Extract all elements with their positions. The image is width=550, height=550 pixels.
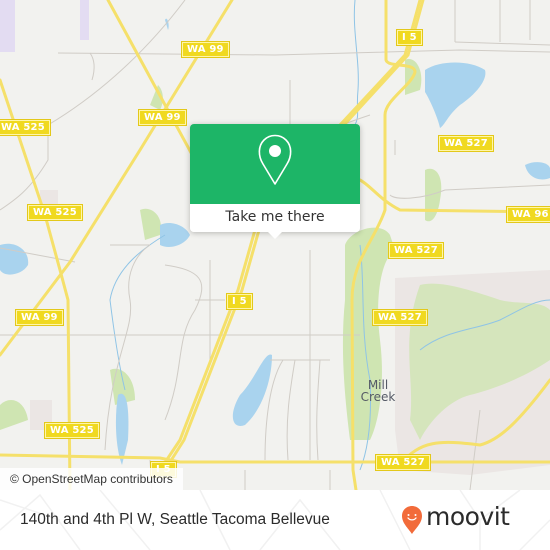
popup-pointer — [267, 231, 283, 239]
road-shield-wa99: WA 99 — [181, 41, 230, 58]
moovit-pin-icon — [402, 506, 422, 534]
location-popup[interactable]: Take me there — [190, 124, 360, 239]
address-text: 140th and 4th Pl W, Seattle Tacoma Belle… — [20, 511, 330, 528]
popup-header — [190, 124, 360, 204]
road-shield-wa525: WA 525 — [44, 422, 100, 439]
airport-area — [0, 0, 89, 52]
road-shield-wa99: WA 99 — [138, 109, 187, 126]
road-shield-wa527: WA 527 — [438, 135, 494, 152]
road-shield-wa99: WA 99 — [15, 309, 64, 326]
map-pin-icon — [258, 134, 292, 185]
road-shield-wa527: WA 527 — [388, 242, 444, 259]
map[interactable]: WA 99 WA 99 WA 525 WA 525 WA 99 WA 525 I… — [0, 0, 550, 490]
place-label-line: Creek — [360, 390, 396, 404]
road-shield-wa525: WA 525 — [0, 119, 51, 136]
road-shield-wa96: WA 96 — [506, 206, 550, 223]
park-area — [0, 59, 550, 440]
road-shield-wa525: WA 525 — [27, 204, 83, 221]
road-shield-wa527: WA 527 — [375, 454, 431, 471]
brand-name: moovit — [426, 502, 510, 531]
footer: 140th and 4th Pl W, Seattle Tacoma Belle… — [0, 490, 550, 550]
road-shield-i5: I 5 — [396, 29, 423, 46]
road-shield-wa527: WA 527 — [372, 309, 428, 326]
map-attribution[interactable]: © OpenStreetMap contributors — [0, 468, 183, 490]
map-base — [0, 0, 550, 490]
place-label-mill-creek: Mill Creek — [358, 379, 398, 403]
road-shield-i5: I 5 — [226, 293, 253, 310]
take-me-there-button[interactable]: Take me there — [190, 204, 360, 232]
